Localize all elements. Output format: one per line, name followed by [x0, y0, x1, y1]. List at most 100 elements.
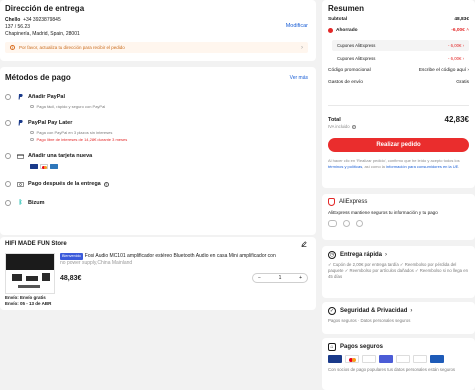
security-text: Pagos seguros · Datos personales seguros — [328, 318, 411, 323]
subtotal-value: 48,83€ — [454, 17, 469, 22]
payment-option-bizum[interactable]: ᛒ Bizum — [5, 200, 45, 206]
jcb-icon — [430, 355, 444, 363]
payment-option-label: Añadir una tarjeta nueva — [28, 153, 93, 159]
payment-option-label: Pago después de la entrega — [28, 181, 101, 187]
help-icon[interactable]: ? — [351, 124, 356, 129]
clock-icon: ◷ — [328, 251, 336, 259]
coupon-label: Cupones AliExpress — [337, 56, 376, 61]
address-warning-text: Por favor, actualiza tu dirección para r… — [19, 45, 125, 50]
fast-delivery-benefits: ✓ Cupón de 2,00€ por entrega tardía ✓ Re… — [328, 262, 469, 279]
product-thumbnail[interactable] — [5, 253, 55, 294]
chevron-right-icon: › — [301, 44, 303, 51]
product-title-text: Fosi Audio MC101 amplificador estéreo Bl… — [84, 253, 276, 259]
badge-icon — [356, 220, 363, 227]
shipping-cost-value: Gratis — [456, 80, 469, 85]
shield-icon — [328, 198, 335, 206]
help-icon[interactable]: ? — [103, 181, 109, 187]
address-city: Chapinería, Madrid, Spain, 28001 — [5, 31, 80, 37]
payment-option-sub: Paga con PayPal en 3 plazos sin interese… — [36, 130, 113, 135]
legal-notice: Al hacer clic en 'Realizar pedido', conf… — [328, 158, 460, 169]
radio-button[interactable] — [5, 200, 11, 206]
aliexpress-trust-card: AliExpress AliExpress mantiene seguros t… — [322, 194, 475, 240]
radio-button[interactable] — [5, 94, 11, 100]
coupon-value: - 6,00€ — [447, 43, 462, 48]
bizum-icon: ᛒ — [18, 200, 23, 206]
chevron-right-icon: › — [410, 308, 413, 314]
payment-title: Métodos de pago — [5, 73, 71, 82]
paypal-icon — [17, 94, 24, 100]
modify-address-link[interactable]: Modificar — [286, 23, 308, 29]
payment-option-paypal[interactable]: Añadir PayPal — [5, 94, 65, 100]
place-order-button[interactable]: Realizar pedido — [328, 138, 469, 152]
radio-button[interactable] — [5, 153, 11, 159]
discount-icon — [328, 28, 333, 33]
promo-label: Código promocional — [328, 68, 371, 73]
payment-option-sub-highlight: Pago libre de intereses de 14,28€ durant… — [36, 137, 128, 142]
security-title: Seguridad & Privacidad — [340, 308, 408, 314]
mastercard-icon — [345, 355, 359, 363]
coupon-label: Cupones AliExpress — [337, 43, 376, 48]
decrease-quantity-button[interactable]: − — [258, 275, 261, 281]
total-label: Total — [328, 116, 341, 123]
edit-icon[interactable] — [301, 241, 307, 249]
chevron-up-icon: ˄ — [466, 28, 469, 33]
product-title[interactable]: Bienvenido Fosi Audio MC101 amplificador … — [60, 253, 308, 267]
subtotal-label: Subtotal — [328, 17, 348, 22]
shipping-cost-label: Gastos de envío — [328, 80, 363, 85]
store-card: HIFI MADE FUN Store Bienvenido Fosi Audio… — [0, 237, 316, 310]
maestro-icon — [362, 355, 376, 363]
toggle-icon — [328, 220, 337, 227]
visa-icon — [328, 355, 342, 363]
address-phone: +34 3923879845 — [23, 17, 61, 23]
increase-quantity-button[interactable]: + — [299, 275, 302, 281]
order-summary-card: Resumen Subtotal 48,83€ Ahorrado -6,00€ … — [322, 0, 475, 188]
secure-payments-card: ⌂ Pagos seguros Con socios de pago popul… — [322, 338, 475, 390]
lock-icon — [343, 220, 350, 227]
total-value: 42,83€ — [444, 115, 469, 124]
payment-option-label: PayPal Pay Later — [28, 120, 73, 126]
promo-input[interactable]: Escribe el código aquí — [419, 68, 466, 73]
brand-name: AliExpress — [339, 199, 368, 205]
saved-row[interactable]: Ahorrado -6,00€ ˄ — [328, 28, 469, 33]
fast-delivery-card[interactable]: ◷ Entrega rápida › ✓ Cupón de 2,00€ por … — [322, 246, 475, 298]
welcome-badge: Bienvenido — [60, 253, 83, 260]
coupon-row[interactable]: Cupones AliExpress - 6,00€ › — [332, 40, 469, 51]
payment-option-sub: Paga fácil, rápido y seguro con PayPal — [36, 104, 106, 109]
eu-info-link[interactable]: información para consumidores en la UE — [386, 164, 458, 169]
secure-payments-title: Pagos seguros — [340, 344, 384, 350]
address-title: Dirección de entrega — [5, 4, 85, 13]
promo-code-row[interactable]: Código promocional Escribe el código aqu… — [328, 68, 469, 73]
fast-delivery-title: Entrega rápida — [340, 252, 383, 258]
summary-title: Resumen — [328, 4, 365, 13]
address-name: Chello — [5, 17, 21, 23]
divider — [328, 105, 469, 106]
see-more-link[interactable]: Ver más — [290, 75, 308, 81]
security-privacy-card[interactable]: ✓ Seguridad & Privacidad › Pagos seguros… — [322, 302, 475, 334]
payment-brand-icon — [396, 355, 410, 363]
card-brand-logos — [30, 164, 58, 169]
payment-option-label: Bizum — [28, 200, 45, 206]
payment-option-cod[interactable]: Pago después de la entrega ? — [5, 181, 109, 187]
check-icon — [30, 104, 34, 109]
store-name: HIFI MADE FUN Store — [5, 241, 67, 247]
info-icon: ! — [10, 45, 15, 50]
coupon-row[interactable]: Cupones AliExpress - 6,00€ › — [332, 53, 469, 64]
paypal-icon — [17, 120, 24, 126]
payment-option-card[interactable]: Añadir una tarjeta nueva — [5, 153, 92, 159]
terms-link[interactable]: términos y políticas — [328, 164, 362, 169]
mastercard-icon — [40, 164, 48, 169]
payment-option-paypal-later[interactable]: PayPal Pay Later — [5, 120, 72, 126]
cash-icon — [17, 181, 24, 187]
address-warning[interactable]: ! Por favor, actualiza tu dirección para… — [5, 42, 308, 53]
chevron-right-icon: › — [385, 252, 388, 258]
payment-brand-icon — [413, 355, 427, 363]
vat-label: IVA incluido — [328, 124, 350, 129]
shipping-method: Envío: Envío gratis — [5, 295, 46, 300]
radio-button[interactable] — [5, 120, 11, 126]
quantity-value[interactable]: 1 — [279, 275, 282, 281]
check-icon — [30, 130, 34, 135]
address-card: Dirección de entrega Chello +34 39238798… — [0, 0, 316, 61]
radio-button[interactable] — [5, 181, 11, 187]
secure-payments-text: Con socios de pago populares tus datos p… — [328, 367, 456, 372]
credit-card-icon — [17, 153, 24, 159]
